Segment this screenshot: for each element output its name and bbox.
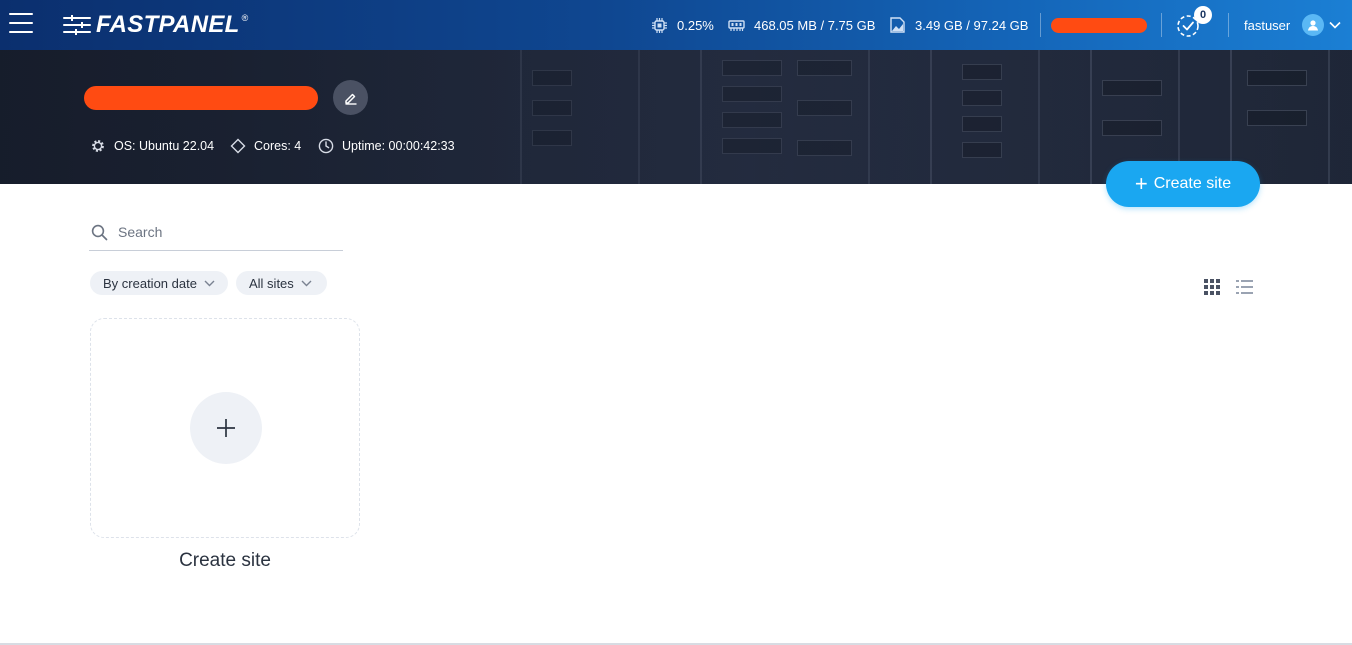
search-input[interactable]	[118, 224, 318, 240]
user-icon	[1308, 20, 1319, 31]
sort-dropdown[interactable]: By creation date	[90, 271, 228, 295]
ram-icon	[728, 19, 745, 31]
top-bar: FASTPANEL ® 0.25% 468.05 MB / 7.75 GB 3.…	[0, 0, 1352, 50]
pencil-icon	[344, 93, 356, 105]
create-site-card-label[interactable]: Create site	[90, 550, 360, 572]
ram-usage-value: 468.05 MB / 7.75 GB	[754, 17, 876, 33]
clock-icon	[318, 138, 334, 154]
tasks-count-badge: 0	[1194, 6, 1212, 24]
list-view-icon[interactable]	[1236, 279, 1253, 295]
server-name-redacted	[84, 86, 318, 110]
cpu-usage: 0.25%	[651, 0, 714, 50]
chevron-down-icon	[1329, 21, 1341, 29]
diamond-icon	[230, 138, 246, 154]
create-site-button[interactable]: + Create site	[1106, 161, 1260, 207]
grid-view-icon[interactable]	[1204, 279, 1220, 295]
site-filter-value: All sites	[249, 275, 294, 291]
chevron-down-icon	[204, 280, 215, 286]
server-cores-value: Cores: 4	[254, 139, 302, 153]
logo-sliders-icon	[63, 13, 91, 37]
divider	[1040, 13, 1041, 37]
cpu-icon	[652, 17, 667, 33]
create-site-card[interactable]	[90, 318, 360, 538]
plus-icon: +	[1134, 171, 1148, 196]
cpu-usage-value: 0.25%	[677, 17, 714, 33]
server-os: OS: Ubuntu 22.04	[90, 137, 214, 155]
disk-usage: 3.49 GB / 97.24 GB	[888, 0, 1028, 50]
create-site-card-button[interactable]	[190, 392, 262, 464]
ram-usage: 468.05 MB / 7.75 GB	[728, 0, 875, 50]
logo-text: FASTPANEL	[96, 11, 240, 38]
menu-icon[interactable]	[9, 13, 33, 35]
search-icon	[91, 224, 108, 240]
avatar	[1302, 14, 1325, 36]
server-os-value: OS: Ubuntu 22.04	[114, 139, 215, 153]
user-menu[interactable]: fastuser	[1244, 0, 1341, 50]
divider	[1161, 13, 1162, 37]
server-uptime-value: Uptime: 00:00:42:33	[342, 139, 455, 153]
search-box[interactable]	[89, 214, 343, 251]
site-filter-dropdown[interactable]: All sites	[236, 271, 327, 295]
plus-icon	[217, 419, 235, 437]
gear-icon	[92, 140, 104, 152]
server-uptime: Uptime: 00:00:42:33	[318, 137, 455, 155]
sort-dropdown-value: By creation date	[103, 275, 197, 291]
redacted-field	[1051, 18, 1147, 33]
disk-icon	[890, 17, 905, 33]
create-site-button-label: Create site	[1153, 175, 1232, 192]
logo-registered-mark: ®	[241, 13, 249, 23]
edit-server-name-button[interactable]	[333, 80, 368, 115]
divider	[1228, 13, 1229, 37]
disk-usage-value: 3.49 GB / 97.24 GB	[915, 17, 1029, 33]
chevron-down-icon	[301, 280, 312, 286]
server-cores: Cores: 4	[230, 137, 301, 155]
username: fastuser	[1244, 17, 1291, 33]
logo[interactable]: FASTPANEL ®	[63, 12, 248, 38]
